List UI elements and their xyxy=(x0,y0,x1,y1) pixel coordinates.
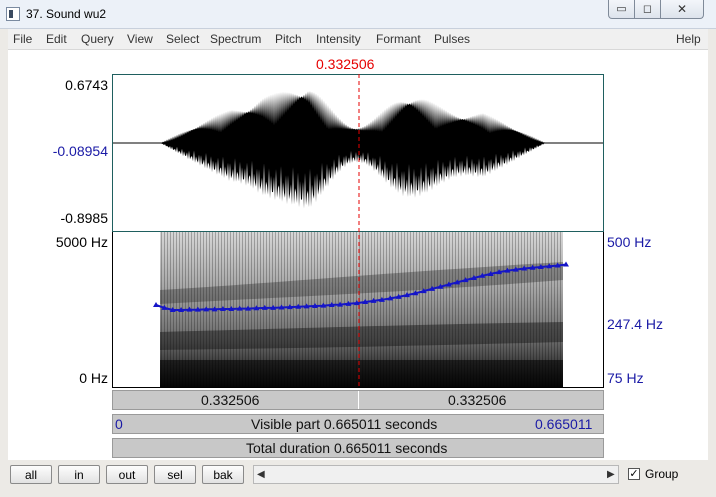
pitch-cursor-label: 247.4 Hz xyxy=(607,316,664,332)
left-half-duration: 0.332506 xyxy=(201,392,260,408)
menu-intensity[interactable]: Intensity xyxy=(316,32,361,46)
maximize-icon: ◻ xyxy=(642,3,653,15)
window-title: 37. Sound wu2 xyxy=(26,7,107,21)
menu-query[interactable]: Query xyxy=(81,32,114,46)
spectrogram-min-label: 0 Hz xyxy=(79,370,108,386)
menu-pulses[interactable]: Pulses xyxy=(434,32,470,46)
zoom-back-button[interactable]: bak xyxy=(202,465,244,484)
horizontal-scrollbar[interactable]: ◀ ▶ xyxy=(253,465,619,484)
menu-bar: File Edit Query View Select Spectrum Pit… xyxy=(8,29,708,50)
app-icon xyxy=(6,7,20,21)
waveform-mid-label: -0.08954 xyxy=(52,143,108,159)
menu-pitch[interactable]: Pitch xyxy=(275,32,302,46)
menu-view[interactable]: View xyxy=(127,32,153,46)
right-half-duration: 0.332506 xyxy=(448,392,507,408)
minimize-icon: ▭ xyxy=(616,3,627,15)
waveform-max-label: 0.6743 xyxy=(65,77,108,93)
menu-select[interactable]: Select xyxy=(166,32,199,46)
menu-formant[interactable]: Formant xyxy=(376,32,421,46)
group-checkbox[interactable]: ✓ xyxy=(628,468,640,480)
pitch-min-label: 75 Hz xyxy=(607,370,644,386)
group-label: Group xyxy=(645,467,679,481)
total-duration-label: Total duration 0.665011 seconds xyxy=(246,440,448,456)
low-frequency-band xyxy=(160,360,563,387)
maximize-button[interactable]: ◻ xyxy=(634,0,661,19)
waveform-min-label: -0.8985 xyxy=(60,210,108,226)
menu-spectrum[interactable]: Spectrum xyxy=(210,32,261,46)
waveform-signal xyxy=(160,91,565,209)
menu-help[interactable]: Help xyxy=(676,32,701,46)
pitch-point xyxy=(153,301,159,307)
zoom-all-button[interactable]: all xyxy=(10,465,52,484)
visible-part-label: Visible part 0.665011 seconds xyxy=(251,416,438,432)
selection-bar[interactable]: 0.332506 0.332506 xyxy=(112,390,604,410)
menu-file[interactable]: File xyxy=(13,32,32,46)
spectrogram-max-label: 5000 Hz xyxy=(55,234,108,250)
total-duration-bar[interactable]: Total duration 0.665011 seconds xyxy=(112,438,604,458)
visible-part-bar[interactable]: 0 Visible part 0.665011 seconds 0.665011 xyxy=(112,414,604,434)
title-bar: 37. Sound wu2 ▭ ◻ ✕ xyxy=(0,0,716,29)
close-icon: ✕ xyxy=(676,2,688,16)
minimize-button[interactable]: ▭ xyxy=(608,0,635,19)
pitch-max-label: 500 Hz xyxy=(607,234,652,250)
cursor-line xyxy=(358,74,360,388)
visible-end-time: 0.665011 xyxy=(535,416,593,432)
menu-edit[interactable]: Edit xyxy=(46,32,67,46)
zoom-in-button[interactable]: in xyxy=(58,465,100,484)
close-button[interactable]: ✕ xyxy=(660,0,704,19)
cursor-time-label: 0.332506 xyxy=(316,56,375,72)
zoom-selection-button[interactable]: sel xyxy=(154,465,196,484)
scroll-left-icon[interactable]: ◀ xyxy=(257,469,265,480)
scroll-right-icon[interactable]: ▶ xyxy=(607,469,615,480)
zoom-out-button[interactable]: out xyxy=(106,465,148,484)
visible-start-time: 0 xyxy=(115,416,123,432)
